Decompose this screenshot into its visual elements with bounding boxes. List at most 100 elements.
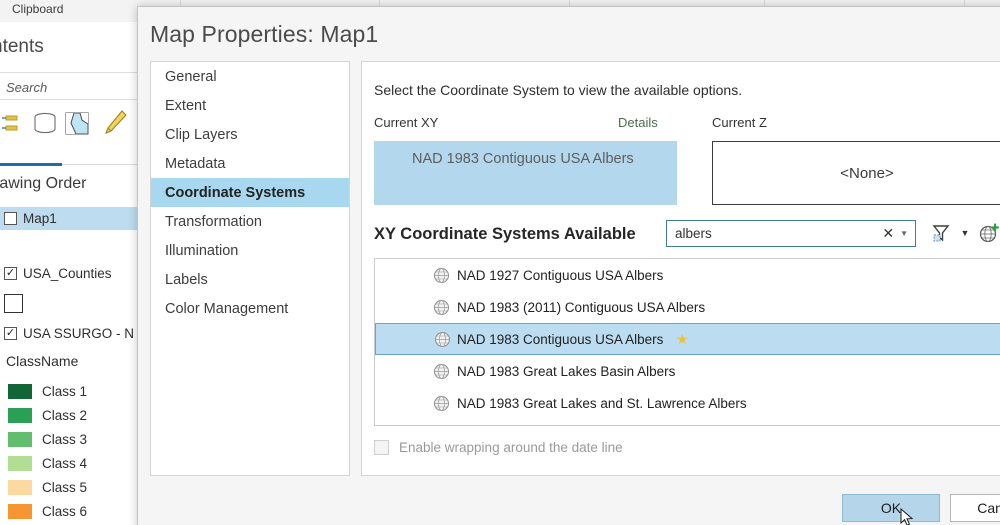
- tree-item-usa-counties[interactable]: ✓ USA_Counties: [0, 262, 139, 285]
- tab-underline-rest: [62, 164, 139, 165]
- enable-wrapping-checkbox-row[interactable]: Enable wrapping around the date line: [374, 440, 623, 455]
- map-icon: [4, 212, 17, 225]
- legend-swatch: [8, 384, 32, 399]
- legend-swatch: [8, 456, 32, 471]
- coordinate-system-row-selected[interactable]: NAD 1983 Contiguous USA Albers ★: [375, 323, 1000, 355]
- nav-item-labels[interactable]: Labels: [151, 265, 349, 294]
- coordinate-system-row[interactable]: NAD 1983 Great Lakes and St. Lawrence Al…: [375, 387, 1000, 419]
- legend-item[interactable]: Class 1: [0, 379, 139, 403]
- globe-icon: [433, 299, 450, 316]
- map-properties-dialog: Map Properties: Map1 General Extent Clip…: [137, 6, 1000, 525]
- database-icon[interactable]: [30, 107, 60, 141]
- tree-item-usa-ssurgo[interactable]: ✓ USA SSURGO - N: [0, 322, 139, 345]
- add-coordinate-system-button[interactable]: [976, 220, 1000, 246]
- pencil-icon[interactable]: [100, 107, 130, 141]
- nav-item-label: Coordinate Systems: [165, 185, 305, 201]
- legend-item[interactable]: Class 5: [0, 475, 139, 499]
- nav-item-label: Extent: [165, 98, 206, 114]
- current-z-label: Current Z: [712, 115, 767, 130]
- globe-icon: [434, 331, 451, 348]
- nav-item-transformation[interactable]: Transformation: [151, 207, 349, 236]
- nav-item-label: Illumination: [165, 243, 238, 259]
- favorite-star-icon[interactable]: ★: [676, 331, 689, 348]
- contents-panel: ntents Search: [0, 22, 140, 525]
- clipboard-label: Clipboard: [12, 2, 63, 16]
- globe-icon: [433, 395, 450, 412]
- coordinate-system-filter-input[interactable]: albers ✕ ▼: [666, 220, 916, 247]
- dialog-title: Map Properties: Map1: [150, 21, 378, 48]
- cancel-button[interactable]: Cancel: [950, 494, 1000, 522]
- tree-item-label: Map1: [23, 211, 57, 226]
- divider: [0, 72, 139, 73]
- current-xy-label: Current XY: [374, 115, 438, 130]
- tree-item-map1[interactable]: Map1: [0, 207, 139, 230]
- nav-item-label: Color Management: [165, 301, 288, 317]
- clear-x-icon[interactable]: ✕: [876, 225, 900, 242]
- details-link[interactable]: Details: [618, 115, 658, 130]
- available-systems-title: XY Coordinate Systems Available: [374, 225, 636, 244]
- nav-item-extent[interactable]: Extent: [151, 91, 349, 120]
- filter-dropdown-caret[interactable]: ▼: [952, 220, 978, 246]
- empty-symbol-swatch: [4, 294, 23, 313]
- nav-item-label: Labels: [165, 272, 208, 288]
- coordinate-system-row[interactable]: NAD 1983 (2011) Contiguous USA Albers: [375, 291, 1000, 323]
- screenshot-root: Clipboard ntents Search: [0, 0, 1000, 525]
- map-layer-icon[interactable]: [62, 107, 92, 141]
- current-xy-value-box[interactable]: NAD 1983 Contiguous USA Albers: [374, 141, 677, 205]
- contents-title: ntents: [0, 36, 44, 58]
- legend-label: Class 3: [42, 432, 87, 447]
- legend-label: Class 1: [42, 384, 87, 399]
- globe-icon: [433, 267, 450, 284]
- drawing-order-label: rawing Order: [0, 175, 86, 193]
- legend-label: Class 6: [42, 504, 87, 519]
- nav-item-metadata[interactable]: Metadata: [151, 149, 349, 178]
- search-placeholder: Search: [6, 80, 47, 95]
- filter-funnel-button[interactable]: [928, 220, 954, 246]
- nav-item-label: General: [165, 69, 217, 85]
- checkbox-checked-icon[interactable]: ✓: [4, 267, 17, 280]
- legend-item[interactable]: Class 6: [0, 499, 139, 523]
- coordinate-system-row[interactable]: NAD 1983 Great Lakes Basin Albers: [375, 355, 1000, 387]
- contents-search-input[interactable]: Search: [0, 77, 139, 100]
- layout-icon[interactable]: [2, 107, 32, 141]
- legend-item[interactable]: Class 3: [0, 427, 139, 451]
- legend-swatch: [8, 432, 32, 447]
- nav-item-illumination[interactable]: Illumination: [151, 236, 349, 265]
- coordinate-system-label: NAD 1927 Contiguous USA Albers: [457, 268, 663, 283]
- legend-label: Class 2: [42, 408, 87, 423]
- chevron-down-icon: ▼: [961, 228, 970, 238]
- dialog-nav-pane: General Extent Clip Layers Metadata Coor…: [150, 61, 350, 476]
- current-z-value-box[interactable]: <None>: [712, 141, 1000, 205]
- coordinate-system-label: NAD 1983 (2011) Contiguous USA Albers: [457, 300, 705, 315]
- tree-item-label: USA_Counties: [23, 266, 112, 281]
- nav-item-color-management[interactable]: Color Management: [151, 294, 349, 323]
- nav-item-coordinate-systems[interactable]: Coordinate Systems: [151, 178, 349, 207]
- legend-item[interactable]: Class 2: [0, 403, 139, 427]
- coordinate-system-row[interactable]: NAD 1927 Contiguous USA Albers: [375, 259, 1000, 291]
- coordinate-system-label: NAD 1983 Great Lakes Basin Albers: [457, 364, 675, 379]
- current-z-value: <None>: [840, 165, 893, 182]
- globe-icon: [433, 363, 450, 380]
- current-xy-value: NAD 1983 Contiguous USA Albers: [412, 149, 634, 170]
- legend-label: Class 4: [42, 456, 87, 471]
- coordinate-system-label: NAD 1983 Great Lakes and St. Lawrence Al…: [457, 396, 747, 411]
- dialog-content-pane: Select the Coordinate System to view the…: [361, 61, 1000, 476]
- legend-swatch: [8, 480, 32, 495]
- legend-label: Class 5: [42, 480, 87, 495]
- ok-button[interactable]: OK: [842, 494, 940, 522]
- legend-swatch: [8, 408, 32, 423]
- tree-item-label: USA SSURGO - N: [23, 326, 134, 341]
- contents-toolbar: [0, 107, 139, 147]
- legend-swatch: [8, 504, 32, 519]
- tree-item-symbol-swatch: [0, 290, 139, 316]
- checkbox-checked-icon[interactable]: ✓: [4, 327, 17, 340]
- nav-item-label: Transformation: [165, 214, 262, 230]
- coordinate-systems-list[interactable]: NAD 1927 Contiguous USA Albers NAD 1983 …: [374, 258, 1000, 426]
- legend-item[interactable]: Class 4: [0, 451, 139, 475]
- nav-item-clip-layers[interactable]: Clip Layers: [151, 120, 349, 149]
- nav-item-general[interactable]: General: [151, 62, 349, 91]
- checkbox-unchecked-icon[interactable]: [374, 440, 389, 455]
- legend-header: ClassName: [6, 353, 78, 369]
- chevron-down-icon[interactable]: ▼: [900, 229, 915, 238]
- nav-item-label: Metadata: [165, 156, 225, 172]
